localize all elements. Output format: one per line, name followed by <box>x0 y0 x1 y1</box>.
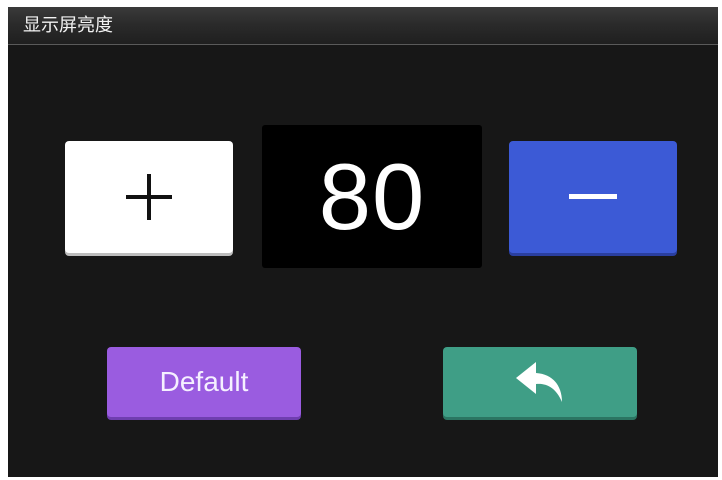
back-button[interactable] <box>443 347 637 417</box>
brightness-screen: 显示屏亮度 80 Default <box>8 7 718 477</box>
brightness-value: 80 <box>318 143 426 249</box>
plus-icon <box>126 174 172 220</box>
page-title: 显示屏亮度 <box>23 15 113 36</box>
title-bar: 显示屏亮度 <box>8 7 718 45</box>
minus-icon <box>569 194 617 199</box>
reply-arrow-icon <box>516 362 562 402</box>
increase-brightness-button[interactable] <box>65 141 233 253</box>
default-button[interactable]: Default <box>107 347 301 417</box>
default-button-label: Default <box>159 366 249 397</box>
brightness-value-display: 80 <box>262 125 482 268</box>
decrease-brightness-button[interactable] <box>509 141 677 253</box>
